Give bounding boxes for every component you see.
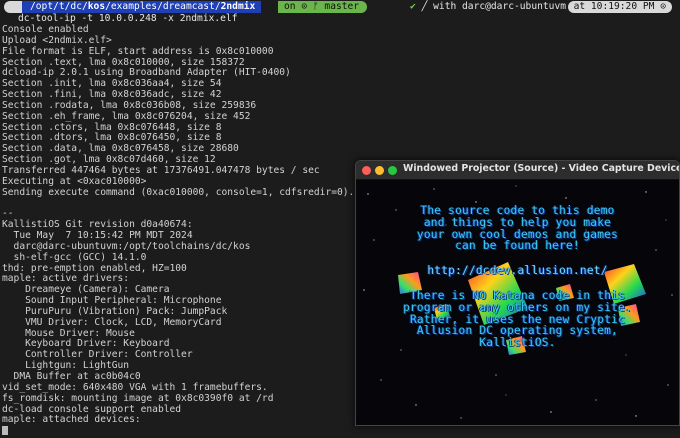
path-prefix: /opt/t/dc/ <box>30 1 88 12</box>
path-segment: /opt/t/dc/kos/examples/dreamcast/2ndmix <box>22 1 262 13</box>
scroller-line: There is NO Katana code in this <box>410 288 625 302</box>
path-mid: /examples/dreamcast/ <box>105 1 221 12</box>
window-titlebar[interactable]: Windowed Projector (Source) - Video Capt… <box>356 161 679 180</box>
terminal-line: File format is ELF, start address is 0x8… <box>2 45 274 57</box>
path-2ndmix: 2ndmix <box>220 1 256 12</box>
apple-icon <box>4 1 22 13</box>
scroller-line: program or any others on my site. <box>403 300 632 314</box>
scroller-line: can be found here! <box>455 239 580 253</box>
demo-scroller-text: The source code to this demo and things t… <box>356 205 679 349</box>
projector-window[interactable]: Windowed Projector (Source) - Video Capt… <box>355 160 680 426</box>
status-segment: ✔ ╱ with darc@darc-ubuntuvm <box>410 1 566 13</box>
terminal-cursor-line <box>2 426 678 437</box>
check-icon: ✔ <box>410 1 416 12</box>
path-kos: kos <box>87 1 106 12</box>
cursor <box>2 426 8 436</box>
scroller-line: http://dcdev.allusion.net/ <box>427 264 608 278</box>
window-title: Windowed Projector (Source) - Video Capt… <box>403 163 680 174</box>
zoom-button[interactable] <box>388 166 397 175</box>
minimize-button[interactable] <box>375 166 384 175</box>
prompt-bar: /opt/t/dc/kos/examples/dreamcast/2ndmix … <box>0 0 680 14</box>
scroller-line: and things to help you make <box>423 215 612 229</box>
close-button[interactable] <box>362 166 371 175</box>
scroller-line: KallistiOS. <box>479 336 556 350</box>
git-branch-segment: on ⊙ ᚠ master <box>278 1 368 13</box>
time-segment: at 10:19:20 PM ⊙ <box>567 1 672 13</box>
terminal-line: Section .eh_frame, lma 0x8c076204, size … <box>2 110 251 122</box>
user-host: ╱ with darc@darc-ubuntuvm <box>421 1 566 12</box>
